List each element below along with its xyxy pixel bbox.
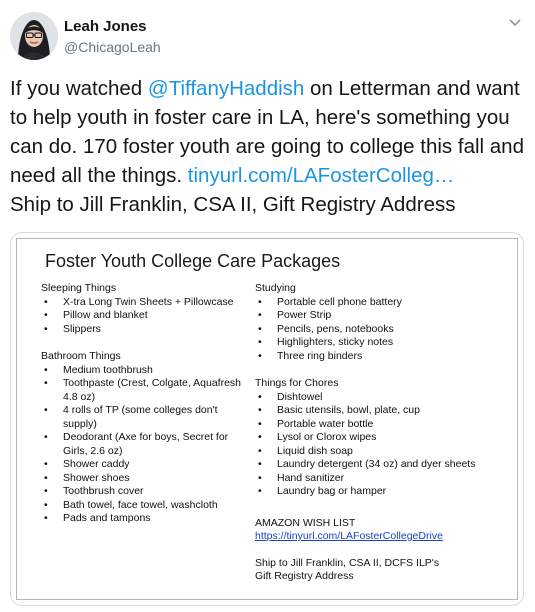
avatar[interactable]	[10, 12, 58, 60]
section-heading: Studying	[255, 282, 296, 294]
flyer-image: Foster Youth College Care Packages Sleep…	[16, 238, 518, 600]
list-item: 4 rolls of TP (some colleges don't suppl…	[41, 404, 251, 431]
item-list: X-tra Long Twin Sheets + Pillowcase Pill…	[41, 296, 251, 337]
list-item: X-tra Long Twin Sheets + Pillowcase	[41, 296, 251, 310]
list-item: Medium toothbrush	[41, 364, 251, 378]
url-link[interactable]: tinyurl.com/LAFosterColleg…	[188, 164, 455, 187]
list-item: Pads and tampons	[41, 512, 251, 526]
item-list: Medium toothbrush Toothpaste (Crest, Col…	[41, 364, 251, 526]
item-list: Portable cell phone battery Power Strip …	[255, 296, 515, 364]
list-item: Pencils, pens, notebooks	[255, 323, 515, 337]
list-item: Portable cell phone battery	[255, 296, 515, 310]
avatar-photo	[10, 12, 58, 60]
list-item: Pillow and blanket	[41, 309, 251, 323]
mention-link[interactable]: @TiffanyHaddish	[148, 77, 304, 100]
section-heading: Sleeping Things	[41, 282, 117, 294]
list-item: Slippers	[41, 323, 251, 337]
list-item: Bath towel, face towel, washcloth	[41, 499, 251, 513]
flyer-right-column: Studying Portable cell phone battery Pow…	[255, 282, 515, 584]
list-item: Power Strip	[255, 309, 515, 323]
amazon-heading: AMAZON WISH LIST	[255, 516, 356, 529]
media-card[interactable]: Foster Youth College Care Packages Sleep…	[10, 232, 524, 606]
list-item: Three ring binders	[255, 350, 515, 364]
amazon-wishlist-link: https://tinyurl.com/LAFosterCollegeDrive	[255, 530, 443, 542]
list-item: Lysol or Clorox wipes	[255, 431, 515, 445]
flyer-left-column: Sleeping Things X-tra Long Twin Sheets +…	[41, 282, 251, 526]
tweet-text-line: Ship to Jill Franklin, CSA II, Gift Regi…	[10, 193, 456, 216]
list-item: Shower shoes	[41, 472, 251, 486]
ship-to-text: Ship to Jill Franklin, CSA II, DCFS ILP'…	[255, 556, 440, 569]
list-item: Liquid dish soap	[255, 445, 515, 459]
list-item: Laundry detergent (34 oz) and dyer sheet…	[255, 458, 515, 472]
item-list: Dishtowel Basic utensils, bowl, plate, c…	[255, 391, 515, 499]
tweet-text: If you watched @TiffanyHaddish on Letter…	[10, 74, 525, 219]
author-name[interactable]: Leah Jones	[64, 18, 147, 35]
list-item: Highlighters, sticky notes	[255, 336, 515, 350]
list-item: Portable water bottle	[255, 418, 515, 432]
list-item: Hand sanitizer	[255, 472, 515, 486]
section-heading: Things for Chores	[255, 377, 339, 389]
list-item: Dishtowel	[255, 391, 515, 405]
section-heading: Bathroom Things	[41, 350, 121, 362]
list-item: Shower caddy	[41, 458, 251, 472]
list-item: Laundry bag or hamper	[255, 485, 515, 499]
list-item: Toothbrush cover	[41, 485, 251, 499]
author-handle[interactable]: @ChicagoLeah	[64, 39, 161, 55]
ship-to-text: Gift Registry Address	[255, 570, 354, 582]
list-item: Toothpaste (Crest, Colgate, Aquafresh 4.…	[41, 377, 251, 404]
chevron-down-icon[interactable]	[507, 14, 523, 30]
tweet-text-part: If you watched	[10, 77, 148, 100]
list-item: Basic utensils, bowl, plate, cup	[255, 404, 515, 418]
flyer-title: Foster Youth College Care Packages	[45, 251, 341, 271]
list-item: Deodorant (Axe for boys, Secret for Girl…	[41, 431, 251, 458]
